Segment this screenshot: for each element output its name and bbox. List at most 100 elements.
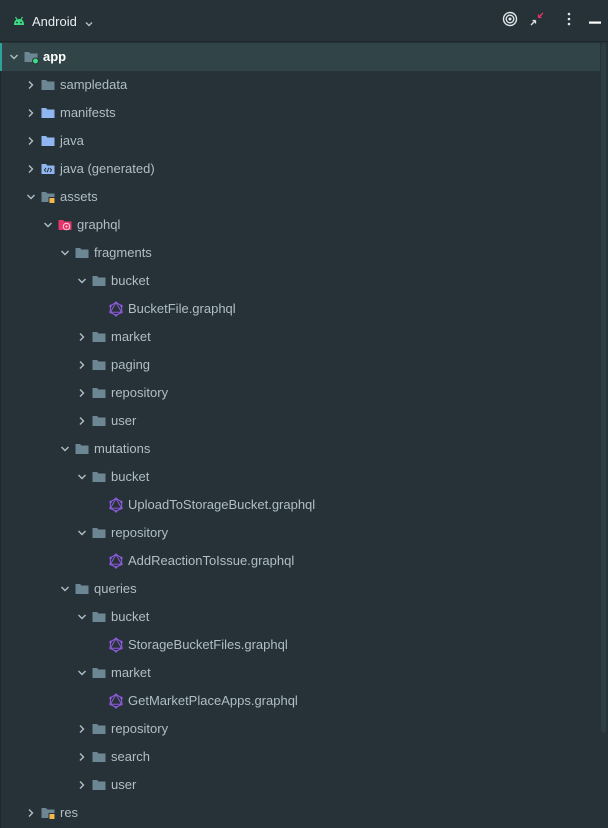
chevron-right-icon[interactable] bbox=[76, 723, 88, 735]
tree-node-label: bucket bbox=[111, 273, 150, 288]
chevron-down-icon[interactable] bbox=[59, 247, 71, 259]
tree-node-graphql[interactable]: graphql bbox=[0, 211, 600, 239]
chevron-down-icon[interactable] bbox=[76, 611, 88, 623]
tree-node-fragments[interactable]: fragments bbox=[0, 239, 600, 267]
chevron-right-icon[interactable] bbox=[25, 135, 37, 147]
collapse-icon bbox=[530, 12, 544, 31]
tree-node-label: repository bbox=[111, 721, 169, 736]
folder-icon bbox=[74, 245, 90, 261]
folder-icon bbox=[40, 77, 56, 93]
tree-node-bucket[interactable]: bucket bbox=[0, 603, 600, 631]
tree-node-app[interactable]: app bbox=[0, 43, 600, 71]
module-folder-icon bbox=[23, 49, 39, 65]
tree-node-mutations[interactable]: mutations bbox=[0, 435, 600, 463]
tree-node-market[interactable]: market bbox=[0, 659, 600, 687]
tree-node-label: app bbox=[43, 49, 67, 64]
chevron-down-icon[interactable] bbox=[76, 471, 88, 483]
tree-node-java-generated[interactable]: java (generated) bbox=[0, 155, 600, 183]
hide-panel-button[interactable] bbox=[586, 12, 604, 30]
tree-node-label: repository bbox=[111, 385, 169, 400]
tree-node-manifests[interactable]: manifests bbox=[0, 99, 600, 127]
chevron-right-icon[interactable] bbox=[76, 387, 88, 399]
project-toolbar: Android bbox=[0, 0, 608, 42]
chevron-down-icon[interactable] bbox=[59, 443, 71, 455]
folder-icon bbox=[74, 441, 90, 457]
collapse-all-button[interactable] bbox=[528, 12, 546, 30]
tree-node-label: user bbox=[111, 777, 137, 792]
chevron-right-icon[interactable] bbox=[76, 751, 88, 763]
chevron-down-icon[interactable] bbox=[76, 527, 88, 539]
project-tree[interactable]: app sampledata manifests java java (generate… bbox=[0, 43, 600, 828]
tree-node-paging[interactable]: paging bbox=[0, 351, 600, 379]
select-opened-file-button[interactable] bbox=[501, 11, 519, 32]
chevron-down-icon[interactable] bbox=[76, 667, 88, 679]
chevron-right-icon[interactable] bbox=[76, 359, 88, 371]
source-folder-icon bbox=[40, 105, 56, 121]
tree-node-bucket[interactable]: bucket bbox=[0, 267, 600, 295]
tree-node-storagebucketfiles-graphql[interactable]: StorageBucketFiles.graphql bbox=[0, 631, 600, 659]
tree-node-repository[interactable]: repository bbox=[0, 379, 600, 407]
tree-node-label: bucket bbox=[111, 609, 150, 624]
tree-node-bucket[interactable]: bucket bbox=[0, 463, 600, 491]
tree-node-market[interactable]: market bbox=[0, 323, 600, 351]
minimize-icon bbox=[589, 12, 601, 30]
folder-icon bbox=[91, 525, 107, 541]
tree-node-getmarketplaceapps-graphql[interactable]: GetMarketPlaceApps.graphql bbox=[0, 687, 600, 715]
options-button[interactable] bbox=[560, 12, 578, 30]
more-vert-icon bbox=[566, 12, 572, 31]
tree-node-addreactiontoissue-graphql[interactable]: AddReactionToIssue.graphql bbox=[0, 547, 600, 575]
tree-node-assets[interactable]: assets bbox=[0, 183, 600, 211]
tree-node-queries[interactable]: queries bbox=[0, 575, 600, 603]
resource-folder-icon bbox=[40, 805, 56, 821]
chevron-right-icon[interactable] bbox=[25, 163, 37, 175]
tree-node-label: java bbox=[60, 133, 84, 148]
tree-node-label: sampledata bbox=[60, 77, 128, 92]
tree-node-user[interactable]: user bbox=[0, 407, 600, 435]
graphql-file-icon bbox=[108, 553, 124, 569]
scrollbar-thumb[interactable] bbox=[601, 43, 606, 733]
chevron-down-icon[interactable] bbox=[76, 275, 88, 287]
folder-icon bbox=[91, 385, 107, 401]
tree-node-label: queries bbox=[94, 581, 137, 596]
tree-node-uploadtostoragebucket-graphql[interactable]: UploadToStorageBucket.graphql bbox=[0, 491, 600, 519]
tree-node-label: UploadToStorageBucket.graphql bbox=[128, 497, 316, 512]
tree-node-label: market bbox=[111, 329, 151, 344]
chevron-down-icon[interactable] bbox=[8, 51, 20, 63]
folder-icon bbox=[91, 329, 107, 345]
android-icon bbox=[12, 14, 26, 28]
chevron-right-icon[interactable] bbox=[25, 807, 37, 819]
chevron-right-icon[interactable] bbox=[76, 415, 88, 427]
generated-source-folder-icon bbox=[40, 161, 56, 177]
source-folder-icon bbox=[40, 133, 56, 149]
tree-node-java[interactable]: java bbox=[0, 127, 600, 155]
tree-node-label: res bbox=[60, 805, 79, 820]
chevron-right-icon[interactable] bbox=[25, 107, 37, 119]
tree-node-label: search bbox=[111, 749, 151, 764]
tree-node-repository[interactable]: repository bbox=[0, 715, 600, 743]
view-title: Android bbox=[32, 13, 77, 29]
project-view-selector[interactable]: Android bbox=[12, 11, 94, 31]
folder-icon bbox=[91, 357, 107, 373]
tree-node-res[interactable]: res bbox=[0, 799, 600, 827]
folder-icon bbox=[91, 665, 107, 681]
chevron-right-icon[interactable] bbox=[76, 331, 88, 343]
chevron-down-icon[interactable] bbox=[42, 219, 54, 231]
tree-node-label: market bbox=[111, 665, 151, 680]
chevron-down-icon[interactable] bbox=[59, 583, 71, 595]
chevron-right-icon[interactable] bbox=[25, 79, 37, 91]
folder-icon bbox=[74, 581, 90, 597]
target-icon bbox=[502, 11, 518, 32]
vertical-scrollbar[interactable] bbox=[600, 43, 608, 828]
tree-node-search[interactable]: search bbox=[0, 743, 600, 771]
graphql-file-icon bbox=[108, 497, 124, 513]
chevron-right-icon[interactable] bbox=[76, 779, 88, 791]
graphql-file-icon bbox=[108, 693, 124, 709]
chevron-down-icon[interactable] bbox=[25, 191, 37, 203]
tree-node-user[interactable]: user bbox=[0, 771, 600, 799]
tree-node-sampledata[interactable]: sampledata bbox=[0, 71, 600, 99]
tree-node-label: graphql bbox=[77, 217, 121, 232]
tree-node-label: StorageBucketFiles.graphql bbox=[128, 637, 288, 652]
tree-node-bucketfile-graphql[interactable]: BucketFile.graphql bbox=[0, 295, 600, 323]
tree-node-repository[interactable]: repository bbox=[0, 519, 600, 547]
tree-node-label: GetMarketPlaceApps.graphql bbox=[128, 693, 298, 708]
